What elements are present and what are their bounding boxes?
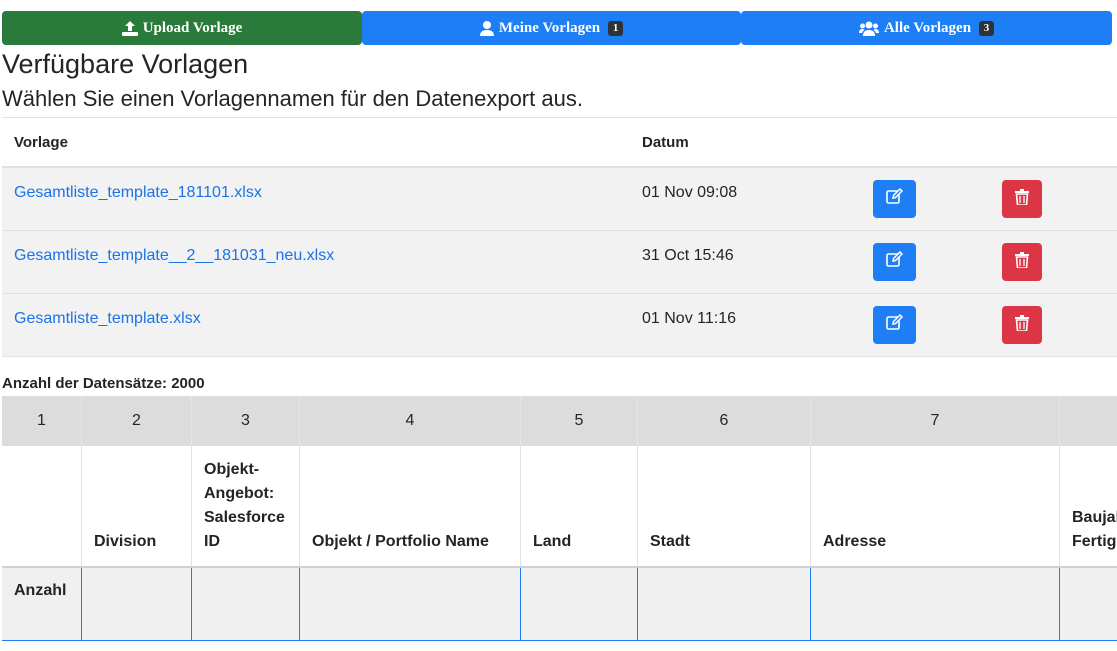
tab-all-templates-label: Alle Vorlagen	[883, 19, 972, 36]
templates-table-header: Vorlage Datum	[2, 117, 1117, 168]
column-header-salesforce-id: Objekt-Angebot: Salesforce ID	[192, 446, 300, 566]
tab-all-templates[interactable]: Alle Vorlagen 3	[741, 11, 1112, 45]
record-count: Anzahl der Datensätze: 2000	[2, 375, 205, 392]
count-row: Anzahl	[2, 568, 1117, 641]
count-cell	[638, 568, 811, 640]
tab-upload-label: Upload Vorlage	[142, 19, 243, 36]
template-link[interactable]: Gesamtliste_template_181101.xlsx	[14, 184, 262, 202]
user-icon	[479, 20, 494, 36]
table-row	[2, 641, 1117, 651]
edit-button[interactable]	[873, 243, 916, 281]
template-link[interactable]: Gesamtliste_template__2__181031_neu.xlsx	[14, 247, 334, 265]
column-header-adresse: Adresse	[811, 446, 1060, 566]
column-header-division: Division	[82, 446, 192, 566]
column-number	[1060, 396, 1117, 446]
edit-icon	[886, 313, 904, 336]
templates-table: Vorlage Datum Gesamtliste_template_18110…	[2, 117, 1117, 357]
data-grid: 1 2 3 4 5 6 7 Division Objekt-Angebot: S…	[2, 396, 1117, 651]
template-tabs: Upload Vorlage Meine Vorlagen 1 Alle Vor…	[2, 11, 1112, 45]
column-number-row: 1 2 3 4 5 6 7	[2, 396, 1117, 446]
users-icon	[858, 21, 879, 36]
table-row: Gesamtliste_template__2__181031_neu.xlsx…	[2, 231, 1117, 294]
count-cell	[192, 568, 300, 640]
count-cell	[521, 568, 638, 640]
edit-icon	[886, 250, 904, 273]
trash-icon	[1015, 314, 1029, 336]
column-header-vorlage: Vorlage	[14, 134, 68, 151]
delete-button[interactable]	[1002, 180, 1042, 218]
column-header-stadt: Stadt	[638, 446, 811, 566]
column-header-row: Division Objekt-Angebot: Salesforce ID O…	[2, 446, 1117, 568]
column-number: 1	[2, 396, 82, 446]
column-number: 3	[192, 396, 300, 446]
trash-icon	[1015, 251, 1029, 273]
column-header-land: Land	[521, 446, 638, 566]
edit-button[interactable]	[873, 180, 916, 218]
column-header-baujahr: Baujahr Fertig	[1072, 509, 1117, 550]
my-templates-count-badge: 1	[608, 20, 624, 36]
table-row: Gesamtliste_template_181101.xlsx 01 Nov …	[2, 168, 1117, 231]
count-cell	[82, 568, 192, 640]
column-number: 6	[638, 396, 811, 446]
count-cell	[811, 568, 1060, 640]
all-templates-count-badge: 3	[979, 20, 995, 36]
column-header	[2, 446, 82, 566]
template-date: 31 Oct 15:46	[642, 247, 734, 264]
column-header-datum: Datum	[642, 134, 689, 151]
tab-my-templates-label: Meine Vorlagen	[498, 19, 601, 36]
count-cell	[300, 568, 521, 640]
column-number: 5	[521, 396, 638, 446]
count-cell	[1060, 568, 1117, 640]
edit-icon	[886, 187, 904, 210]
delete-button[interactable]	[1002, 306, 1042, 344]
column-number: 4	[300, 396, 521, 446]
edit-button[interactable]	[873, 306, 916, 344]
page-title: Verfügbare Vorlagen	[2, 49, 249, 79]
table-row: Gesamtliste_template.xlsx 01 Nov 11:16	[2, 294, 1117, 357]
column-header-portfolio-name: Objekt / Portfolio Name	[300, 446, 521, 566]
page-subtitle: Wählen Sie einen Vorlagennamen für den D…	[2, 86, 583, 111]
tab-upload-template[interactable]: Upload Vorlage	[2, 11, 362, 45]
column-number: 2	[82, 396, 192, 446]
column-number: 7	[811, 396, 1060, 446]
template-date: 01 Nov 11:16	[642, 310, 736, 327]
upload-icon	[121, 20, 138, 36]
delete-button[interactable]	[1002, 243, 1042, 281]
template-link[interactable]: Gesamtliste_template.xlsx	[14, 310, 201, 328]
count-row-label: Anzahl	[2, 568, 82, 640]
template-date: 01 Nov 09:08	[642, 184, 738, 201]
trash-icon	[1015, 188, 1029, 210]
tab-my-templates[interactable]: Meine Vorlagen 1	[362, 11, 741, 45]
